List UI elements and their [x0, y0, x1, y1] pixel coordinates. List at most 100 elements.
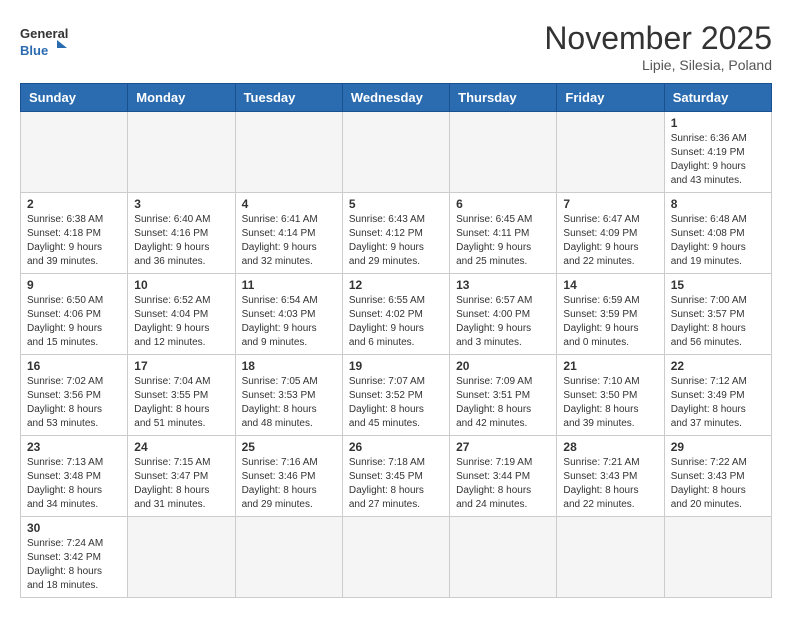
calendar-cell: 15Sunrise: 7:00 AMSunset: 3:57 PMDayligh… [664, 274, 771, 355]
day-info: Sunrise: 6:38 AMSunset: 4:18 PMDaylight:… [27, 213, 121, 269]
day-info: Sunrise: 7:19 AMSunset: 3:44 PMDaylight:… [456, 456, 550, 512]
day-info: Sunrise: 6:57 AMSunset: 4:00 PMDaylight:… [456, 294, 550, 350]
day-number: 16 [27, 359, 121, 373]
day-number: 23 [27, 440, 121, 454]
calendar-cell: 24Sunrise: 7:15 AMSunset: 3:47 PMDayligh… [128, 436, 235, 517]
calendar-cell [450, 517, 557, 598]
day-info: Sunrise: 6:55 AMSunset: 4:02 PMDaylight:… [349, 294, 443, 350]
day-number: 19 [349, 359, 443, 373]
day-info: Sunrise: 6:50 AMSunset: 4:06 PMDaylight:… [27, 294, 121, 350]
day-number: 1 [671, 116, 765, 130]
day-number: 6 [456, 197, 550, 211]
calendar-cell: 29 Sunrise: 7:22 AMSunset: 3:43 PMDayligh… [664, 436, 771, 517]
calendar-cell: 22 Sunrise: 7:12 AMSunset: 3:49 PMDayligh… [664, 355, 771, 436]
calendar-cell: 3Sunrise: 6:40 AMSunset: 4:16 PMDaylight… [128, 193, 235, 274]
logo-svg: General Blue [20, 20, 70, 60]
calendar-cell: 12 Sunrise: 6:55 AMSunset: 4:02 PMDayligh… [342, 274, 449, 355]
weekday-header-tuesday: Tuesday [235, 84, 342, 112]
day-info: Sunrise: 7:07 AMSunset: 3:52 PMDaylight:… [349, 375, 443, 431]
calendar-cell: 8Sunrise: 6:48 AMSunset: 4:08 PMDaylight… [664, 193, 771, 274]
day-info: Sunrise: 7:22 AMSunset: 3:43 PMDaylight:… [671, 456, 765, 512]
calendar-cell: 28 Sunrise: 7:21 AMSunset: 3:43 PMDayligh… [557, 436, 664, 517]
day-number: 12 [349, 278, 443, 292]
day-number: 4 [242, 197, 336, 211]
calendar-cell: 26 Sunrise: 7:18 AMSunset: 3:45 PMDayligh… [342, 436, 449, 517]
day-info: Sunrise: 7:05 AMSunset: 3:53 PMDaylight:… [242, 375, 336, 431]
location: Lipie, Silesia, Poland [544, 57, 772, 73]
day-number: 27 [456, 440, 550, 454]
day-info: Sunrise: 7:04 AMSunset: 3:55 PMDaylight:… [134, 375, 228, 431]
day-number: 26 [349, 440, 443, 454]
calendar-cell [235, 112, 342, 193]
day-number: 21 [563, 359, 657, 373]
day-number: 5 [349, 197, 443, 211]
calendar-cell [342, 112, 449, 193]
day-info: Sunrise: 6:41 AMSunset: 4:14 PMDaylight:… [242, 213, 336, 269]
day-info: Sunrise: 7:13 AMSunset: 3:48 PMDaylight:… [27, 456, 121, 512]
day-info: Sunrise: 6:52 AMSunset: 4:04 PMDaylight:… [134, 294, 228, 350]
calendar-cell: 2 Sunrise: 6:38 AMSunset: 4:18 PMDaylight… [21, 193, 128, 274]
calendar-cell [664, 517, 771, 598]
day-info: Sunrise: 6:36 AMSunset: 4:19 PMDaylight:… [671, 132, 765, 188]
calendar-table: SundayMondayTuesdayWednesdayThursdayFrid… [20, 83, 772, 598]
day-number: 11 [242, 278, 336, 292]
day-info: Sunrise: 7:12 AMSunset: 3:49 PMDaylight:… [671, 375, 765, 431]
calendar-cell [557, 112, 664, 193]
calendar-cell: 9 Sunrise: 6:50 AMSunset: 4:06 PMDaylight… [21, 274, 128, 355]
day-info: Sunrise: 7:02 AMSunset: 3:56 PMDaylight:… [27, 375, 121, 431]
calendar-cell: 25Sunrise: 7:16 AMSunset: 3:46 PMDayligh… [235, 436, 342, 517]
calendar-cell: 10 Sunrise: 6:52 AMSunset: 4:04 PMDayligh… [128, 274, 235, 355]
calendar-cell: 4 Sunrise: 6:41 AMSunset: 4:14 PMDaylight… [235, 193, 342, 274]
calendar-cell: 7Sunrise: 6:47 AMSunset: 4:09 PMDaylight… [557, 193, 664, 274]
calendar-cell: 27 Sunrise: 7:19 AMSunset: 3:44 PMDayligh… [450, 436, 557, 517]
day-number: 13 [456, 278, 550, 292]
day-info: Sunrise: 7:16 AMSunset: 3:46 PMDaylight:… [242, 456, 336, 512]
day-number: 20 [456, 359, 550, 373]
day-number: 15 [671, 278, 765, 292]
day-info: Sunrise: 6:45 AMSunset: 4:11 PMDaylight:… [456, 213, 550, 269]
calendar-cell: 23 Sunrise: 7:13 AMSunset: 3:48 PMDayligh… [21, 436, 128, 517]
title-block: November 2025 Lipie, Silesia, Poland [544, 20, 772, 73]
day-number: 9 [27, 278, 121, 292]
day-info: Sunrise: 7:24 AMSunset: 3:42 PMDaylight:… [27, 537, 121, 593]
calendar-cell: 11 Sunrise: 6:54 AMSunset: 4:03 PMDayligh… [235, 274, 342, 355]
day-info: Sunrise: 7:15 AMSunset: 3:47 PMDaylight:… [134, 456, 228, 512]
day-number: 3 [134, 197, 228, 211]
page-header: General Blue November 2025 Lipie, Silesi… [20, 20, 772, 73]
calendar-week-4: 16 Sunrise: 7:02 AMSunset: 3:56 PMDayligh… [21, 355, 772, 436]
calendar-cell: 14 Sunrise: 6:59 AMSunset: 3:59 PMDayligh… [557, 274, 664, 355]
day-number: 28 [563, 440, 657, 454]
calendar-cell: 5Sunrise: 6:43 AMSunset: 4:12 PMDaylight… [342, 193, 449, 274]
svg-text:Blue: Blue [20, 43, 48, 58]
calendar-cell [342, 517, 449, 598]
calendar-cell: 19 Sunrise: 7:07 AMSunset: 3:52 PMDayligh… [342, 355, 449, 436]
calendar-cell: 20Sunrise: 7:09 AMSunset: 3:51 PMDayligh… [450, 355, 557, 436]
day-number: 22 [671, 359, 765, 373]
weekday-header-sunday: Sunday [21, 84, 128, 112]
day-info: Sunrise: 7:18 AMSunset: 3:45 PMDaylight:… [349, 456, 443, 512]
day-info: Sunrise: 6:54 AMSunset: 4:03 PMDaylight:… [242, 294, 336, 350]
weekday-header-wednesday: Wednesday [342, 84, 449, 112]
day-number: 8 [671, 197, 765, 211]
day-number: 14 [563, 278, 657, 292]
day-info: Sunrise: 6:59 AMSunset: 3:59 PMDaylight:… [563, 294, 657, 350]
day-number: 29 [671, 440, 765, 454]
weekday-header-thursday: Thursday [450, 84, 557, 112]
day-number: 2 [27, 197, 121, 211]
weekday-header-row: SundayMondayTuesdayWednesdayThursdayFrid… [21, 84, 772, 112]
day-number: 18 [242, 359, 336, 373]
day-number: 7 [563, 197, 657, 211]
weekday-header-monday: Monday [128, 84, 235, 112]
day-number: 10 [134, 278, 228, 292]
calendar-cell: 21 Sunrise: 7:10 AMSunset: 3:50 PMDayligh… [557, 355, 664, 436]
calendar-cell: 30Sunrise: 7:24 AMSunset: 3:42 PMDayligh… [21, 517, 128, 598]
logo: General Blue [20, 20, 70, 60]
calendar-cell [450, 112, 557, 193]
day-info: Sunrise: 7:21 AMSunset: 3:43 PMDaylight:… [563, 456, 657, 512]
calendar-week-3: 9 Sunrise: 6:50 AMSunset: 4:06 PMDaylight… [21, 274, 772, 355]
calendar-cell: 17Sunrise: 7:04 AMSunset: 3:55 PMDayligh… [128, 355, 235, 436]
weekday-header-saturday: Saturday [664, 84, 771, 112]
day-info: Sunrise: 7:10 AMSunset: 3:50 PMDaylight:… [563, 375, 657, 431]
weekday-header-friday: Friday [557, 84, 664, 112]
calendar-cell [235, 517, 342, 598]
